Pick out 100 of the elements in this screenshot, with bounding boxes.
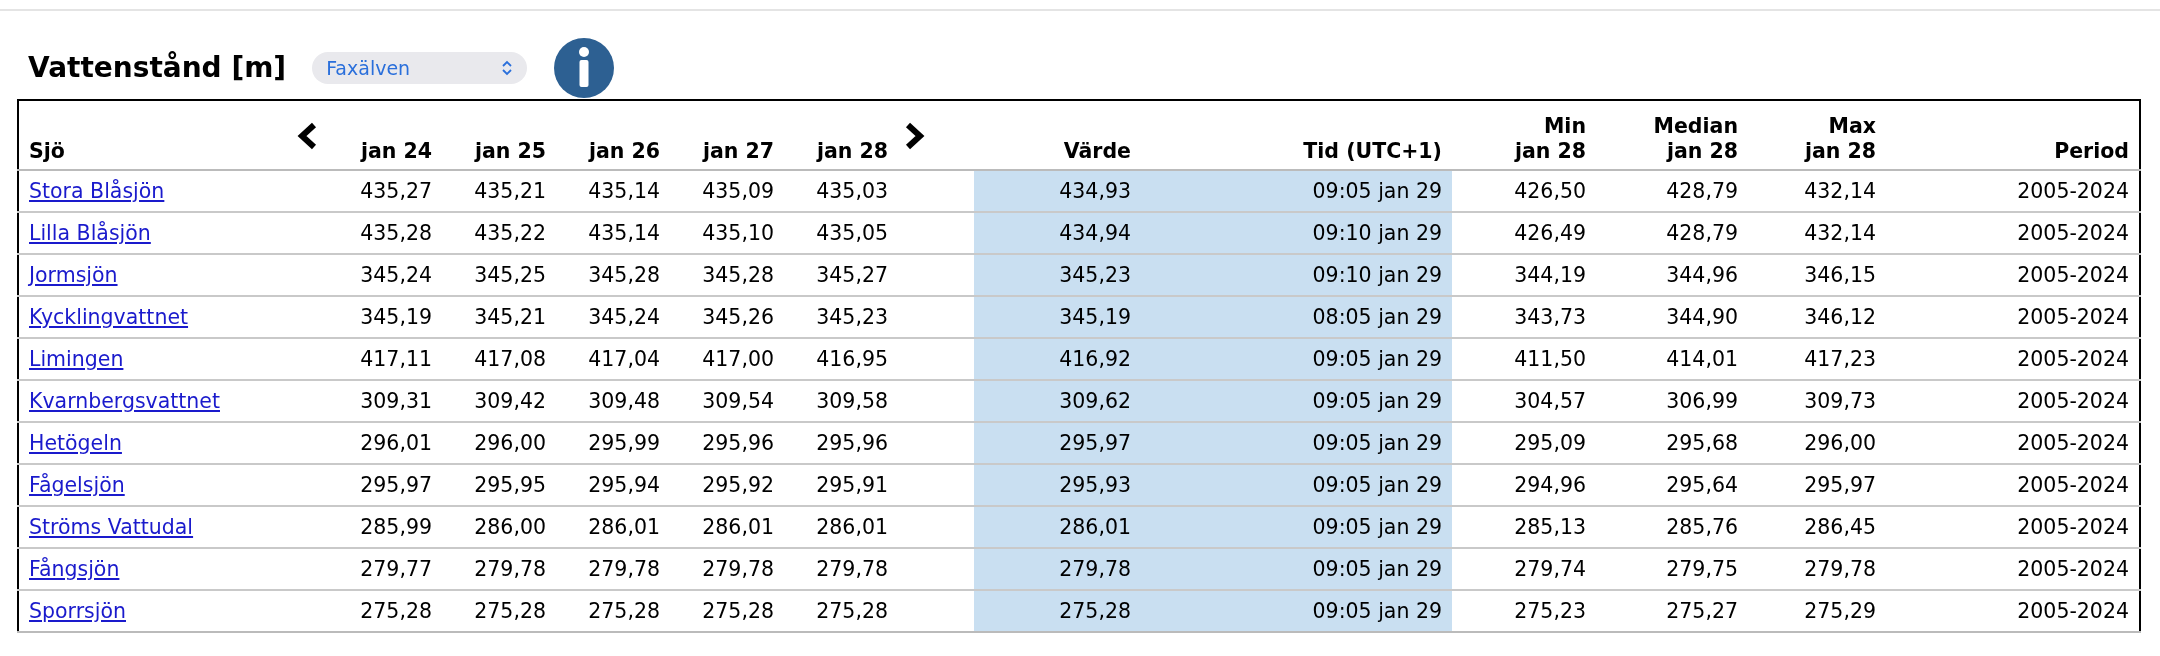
table-cell: 285,13 — [1452, 506, 1596, 548]
right-chevron-button[interactable] — [904, 122, 926, 151]
column-header: jan 24 — [328, 100, 442, 170]
chevron-right-icon — [904, 122, 926, 151]
table-cell: 286,01 — [784, 506, 898, 548]
table-cell: 309,42 — [442, 380, 556, 422]
river-select[interactable]: Faxälven — [312, 52, 528, 84]
table-cell: 345,21 — [442, 296, 556, 338]
left-chevron-button[interactable] — [296, 122, 318, 151]
table-cell: 09:05 jan 29 — [1141, 590, 1452, 632]
table-cell: 416,92 — [974, 338, 1141, 380]
table-cell: 275,28 — [974, 590, 1141, 632]
table-cell: 414,01 — [1596, 338, 1748, 380]
table-cell: 2005-2024 — [1886, 212, 2140, 254]
lake-link[interactable]: Ströms Vattudal — [29, 514, 194, 539]
table-cell: 279,78 — [442, 548, 556, 590]
table-cell: 435,05 — [784, 212, 898, 254]
table-cell: 345,23 — [974, 254, 1141, 296]
column-header: jan 26 — [556, 100, 670, 170]
table-cell: 417,04 — [556, 338, 670, 380]
table-cell: 344,90 — [1596, 296, 1748, 338]
table-cell: 309,62 — [974, 380, 1141, 422]
lake-link[interactable]: Hetögeln — [29, 430, 122, 455]
table-cell: 295,99 — [556, 422, 670, 464]
table-cell: 295,64 — [1596, 464, 1748, 506]
table-cell: 09:05 jan 29 — [1141, 548, 1452, 590]
lake-link[interactable]: Kvarnbergsvattnet — [29, 388, 220, 413]
lake-link[interactable]: Fågelsjön — [29, 472, 125, 497]
table-cell: 296,00 — [442, 422, 556, 464]
table-cell: 275,23 — [1452, 590, 1596, 632]
table-cell: 279,78 — [556, 548, 670, 590]
column-header: jan 25 — [442, 100, 556, 170]
table-cell: 279,78 — [974, 548, 1141, 590]
updown-caret-icon — [501, 60, 514, 76]
table-cell: 296,00 — [1748, 422, 1886, 464]
table-cell: 286,45 — [1748, 506, 1886, 548]
lake-link[interactable]: Fångsjön — [29, 556, 120, 581]
table-cell: 2005-2024 — [1886, 464, 2140, 506]
table-cell: 09:05 jan 29 — [1141, 506, 1452, 548]
table-cell: 286,01 — [556, 506, 670, 548]
table-cell: 345,24 — [328, 254, 442, 296]
table-cell: 279,77 — [328, 548, 442, 590]
lake-link[interactable]: Stora Blåsjön — [29, 178, 165, 203]
table-cell: 295,97 — [1748, 464, 1886, 506]
table-cell: 432,14 — [1748, 170, 1886, 212]
table-cell: 435,27 — [328, 170, 442, 212]
lake-link[interactable]: Kycklingvattnet — [29, 304, 189, 329]
table-cell: 426,50 — [1452, 170, 1596, 212]
table-cell: 295,94 — [556, 464, 670, 506]
column-header: Sjö — [18, 100, 288, 170]
table-cell: 279,78 — [1748, 548, 1886, 590]
table-cell: 2005-2024 — [1886, 254, 2140, 296]
lake-link[interactable]: Limingen — [29, 346, 124, 371]
table-cell: 295,09 — [1452, 422, 1596, 464]
lake-link[interactable]: Sporrsjön — [29, 598, 126, 623]
table-cell: 294,96 — [1452, 464, 1596, 506]
table-cell: 346,15 — [1748, 254, 1886, 296]
lake-link[interactable]: Lilla Blåsjön — [29, 220, 151, 245]
table-cell: 275,28 — [556, 590, 670, 632]
table-cell: 309,58 — [784, 380, 898, 422]
column-header: Max jan 28 — [1748, 100, 1886, 170]
table-cell: 309,73 — [1748, 380, 1886, 422]
lake-link[interactable]: Jormsjön — [29, 262, 118, 287]
table-cell: 295,92 — [670, 464, 784, 506]
table-cell: 343,73 — [1452, 296, 1596, 338]
table-cell: 411,50 — [1452, 338, 1596, 380]
table-cell: 295,97 — [974, 422, 1141, 464]
table-cell: 417,11 — [328, 338, 442, 380]
table-cell: 2005-2024 — [1886, 338, 2140, 380]
table-cell: 309,31 — [328, 380, 442, 422]
table-cell: 295,96 — [670, 422, 784, 464]
table-cell: 286,00 — [442, 506, 556, 548]
table-cell: 09:05 jan 29 — [1141, 422, 1452, 464]
column-header: Min jan 28 — [1452, 100, 1596, 170]
table-cell: 295,93 — [974, 464, 1141, 506]
table-cell: 426,49 — [1452, 212, 1596, 254]
table-cell: 309,54 — [670, 380, 784, 422]
table-cell: 275,27 — [1596, 590, 1748, 632]
table-cell: 345,28 — [556, 254, 670, 296]
table-cell: 285,99 — [328, 506, 442, 548]
table-cell: 286,01 — [670, 506, 784, 548]
table-cell: 285,76 — [1596, 506, 1748, 548]
table-cell: 2005-2024 — [1886, 380, 2140, 422]
table-cell: 345,19 — [328, 296, 442, 338]
table-cell: 2005-2024 — [1886, 170, 2140, 212]
table-cell: 435,10 — [670, 212, 784, 254]
table-cell: 295,95 — [442, 464, 556, 506]
table-cell: 435,03 — [784, 170, 898, 212]
table-cell: 345,23 — [784, 296, 898, 338]
table-cell: 345,24 — [556, 296, 670, 338]
table-cell: 345,26 — [670, 296, 784, 338]
table-cell: 2005-2024 — [1886, 590, 2140, 632]
table-cell: 296,01 — [328, 422, 442, 464]
column-header: jan 27 — [670, 100, 784, 170]
table-cell: 416,95 — [784, 338, 898, 380]
table-cell: 279,75 — [1596, 548, 1748, 590]
table-cell: 435,14 — [556, 170, 670, 212]
column-header: Median jan 28 — [1596, 100, 1748, 170]
column-header: jan 28 — [784, 100, 898, 170]
info-icon[interactable] — [553, 37, 616, 99]
